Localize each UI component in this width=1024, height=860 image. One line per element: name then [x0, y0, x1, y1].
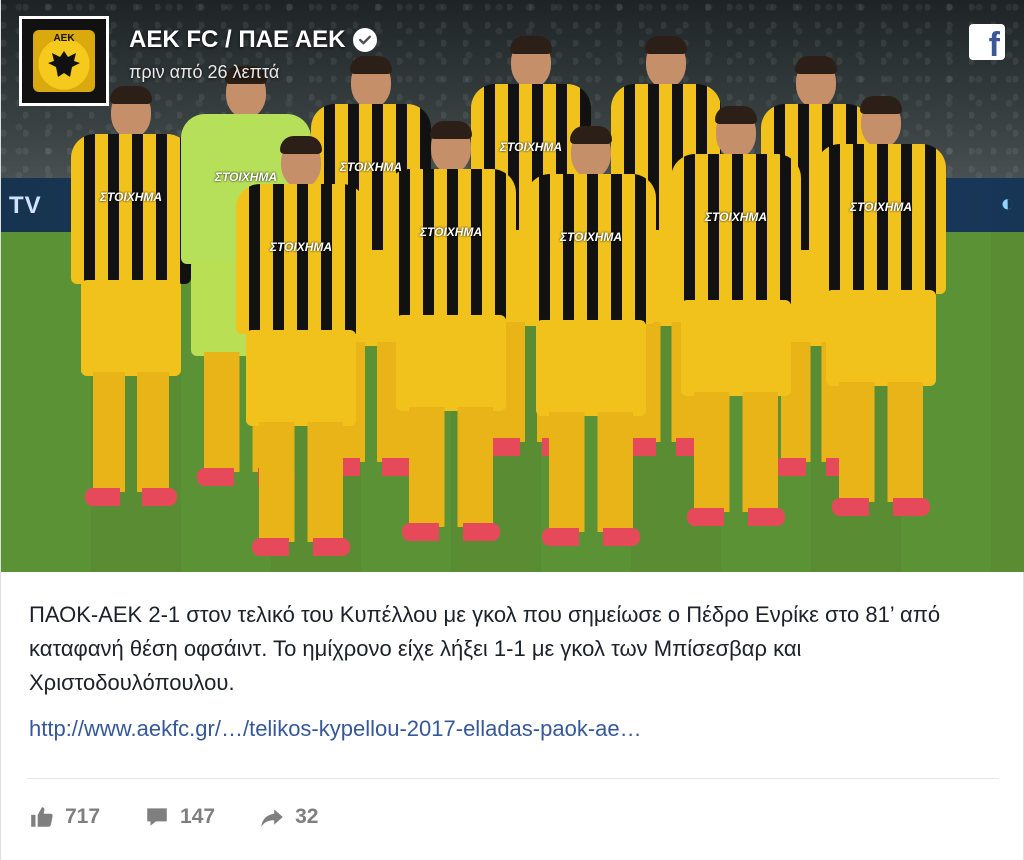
thumbs-up-icon [31, 807, 53, 827]
shirt-sponsor: ΣΤΟΙΧΗΜΑ [99, 190, 163, 204]
share-count: 32 [295, 805, 319, 828]
double-headed-eagle-icon [48, 51, 80, 77]
facebook-logo-icon[interactable]: f [969, 24, 1005, 60]
post-text: ΠΑΟΚ-ΑΕΚ 2-1 στον τελικό του Κυπέλλου με… [29, 602, 941, 695]
share-arrow-icon [261, 809, 283, 827]
post-actions: 717 147 32 [29, 804, 318, 830]
page-name-link[interactable]: AEK FC / ΠΑΕ ΑΕΚ [129, 26, 345, 54]
player: ΣΤΟΙΧΗΜΑ [386, 121, 516, 555]
post-timestamp[interactable]: πριν από 26 λεπτά [129, 62, 377, 83]
comment-bubble-icon [147, 808, 167, 826]
shirt-sponsor: ΣΤΟΙΧΗΜΑ [704, 210, 768, 224]
page-avatar[interactable]: ΑΕΚ [19, 16, 109, 106]
post-link[interactable]: http://www.aekfc.gr/…/telikos-kypellou-2… [29, 716, 642, 742]
post-photo[interactable]: TV ◐ ΣΤΟΙΧΗΜΑ ΣΤΟΙΧΗΜΑ ΣΤΟΙΧΗΜΑ ΣΤΟΙΧΗΜΑ [1, 0, 1024, 572]
player: ΣΤΟΙΧΗΜΑ [236, 136, 366, 560]
like-count: 717 [65, 805, 101, 828]
comment-count: 147 [180, 805, 216, 828]
player: ΣΤΟΙΧΗΜΑ [671, 106, 801, 540]
shirt-sponsor: ΣΤΟΙΧΗΜΑ [849, 200, 913, 214]
share-button[interactable]: 32 [259, 804, 318, 830]
ad-board-logo: ◐ [1000, 190, 1016, 217]
player: ΣΤΟΙΧΗΜΑ [816, 96, 946, 540]
shirt-sponsor: ΣΤΟΙΧΗΜΑ [559, 230, 623, 244]
post-header: AEK FC / ΠΑΕ ΑΕΚ πριν από 26 λεπτά [129, 26, 378, 83]
player: ΣΤΟΙΧΗΜΑ [526, 126, 656, 550]
facebook-post-card: TV ◐ ΣΤΟΙΧΗΜΑ ΣΤΟΙΧΗΜΑ ΣΤΟΙΧΗΜΑ ΣΤΟΙΧΗΜΑ [0, 0, 1024, 860]
crest-text: ΑΕΚ [53, 33, 75, 44]
shirt-sponsor: ΣΤΟΙΧΗΜΑ [419, 225, 483, 239]
comment-button[interactable]: 147 [144, 804, 215, 830]
verified-check-icon [353, 28, 378, 52]
like-button[interactable]: 717 [29, 804, 100, 830]
player: ΣΤΟΙΧΗΜΑ [71, 86, 191, 550]
aek-crest-icon: ΑΕΚ [33, 30, 95, 92]
ad-board-text: TV [9, 192, 42, 219]
divider [27, 778, 999, 779]
shirt-sponsor: ΣΤΟΙΧΗΜΑ [269, 240, 333, 254]
